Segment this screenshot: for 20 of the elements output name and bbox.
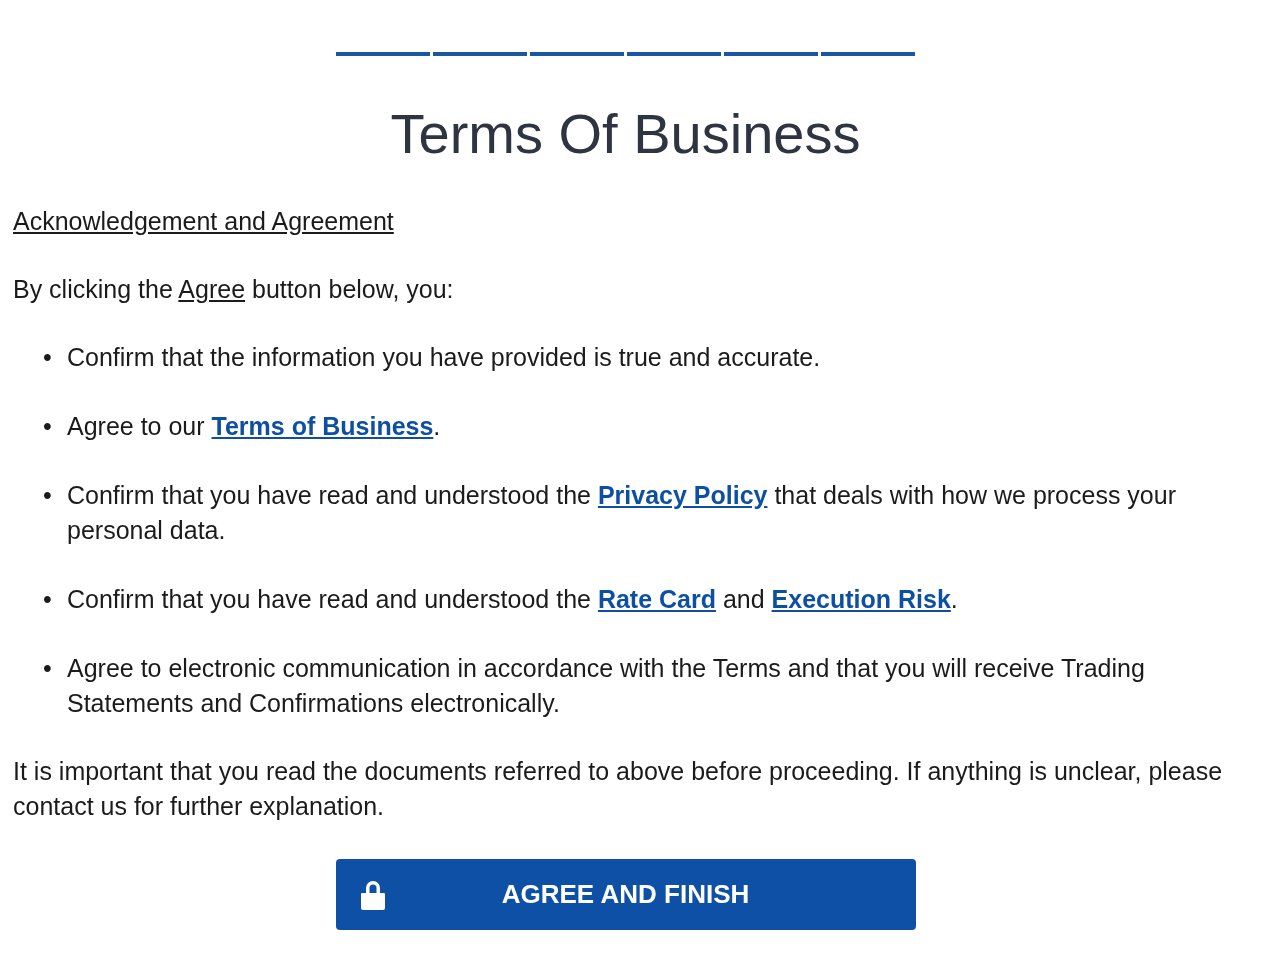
bullet: • xyxy=(43,584,53,615)
bullet: • xyxy=(43,480,53,511)
list-item: Confirm that the information you have provided is true and accurate. xyxy=(67,342,822,373)
list-item: Agree to electronic communication in accordance with the Terms and that you will receive Trading Statements and Confirmations electronically. xyxy=(67,653,1146,719)
list-item: Confirm that you have read and understood the Rate Card and Execution Risk. xyxy=(67,584,959,615)
bullet: • xyxy=(43,342,53,373)
list-item: Agree to our Terms of Business. xyxy=(67,411,442,442)
bullet: • xyxy=(43,411,53,442)
link[interactable]: Privacy Policy xyxy=(597,481,768,509)
link[interactable]: Rate Card xyxy=(597,585,716,613)
list-item: Confirm that you have read and understood the Privacy Policy that deals with how we process your personal data. xyxy=(67,480,1177,546)
section-heading: Acknowledgement and Agreement xyxy=(13,206,394,237)
note-text: It is important that you read the documents referred to above before proceeding. If anything is unclear, please contact us for further explanation. xyxy=(13,756,1224,822)
lock-icon xyxy=(360,879,385,910)
agree-button[interactable]: AGREE AND FINISH xyxy=(335,859,916,930)
bullet: • xyxy=(43,653,53,684)
page-title: Terms Of Business xyxy=(389,102,862,166)
link[interactable]: Terms of Business xyxy=(211,412,434,440)
link[interactable]: Execution Risk xyxy=(771,585,951,613)
intro-text: By clicking the Agree button below, you: xyxy=(13,274,455,305)
